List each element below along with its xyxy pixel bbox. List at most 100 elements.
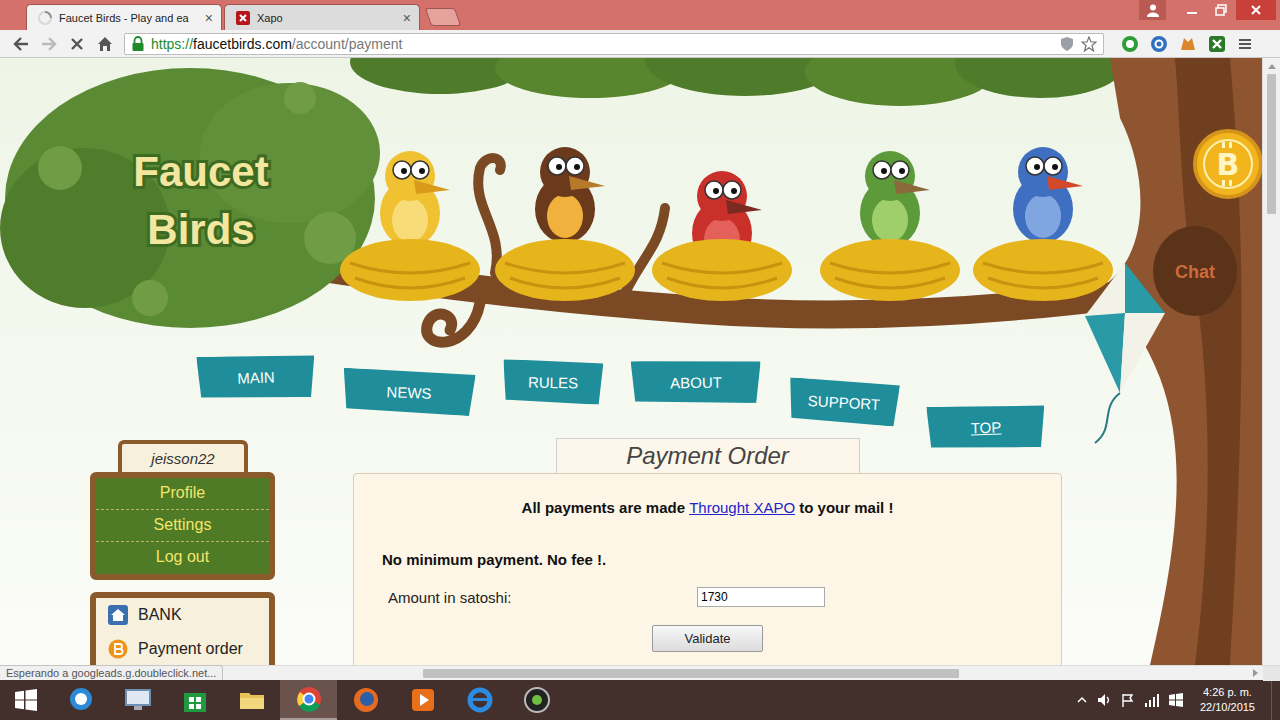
user-menu-item[interactable]: Log out <box>96 542 269 574</box>
nav-sign[interactable]: TOP <box>926 403 1045 451</box>
extension-icon[interactable] <box>1178 34 1198 54</box>
taskbar-app[interactable] <box>280 680 337 720</box>
restore-button[interactable] <box>1207 0 1234 20</box>
nav-sign[interactable]: MAIN <box>196 353 315 401</box>
padlock-icon <box>131 36 145 52</box>
taskbar-app[interactable] <box>337 680 394 720</box>
menu-icon[interactable] <box>1236 35 1254 53</box>
bank-menu-label: BANK <box>138 606 182 624</box>
minimize-button[interactable] <box>1178 0 1205 20</box>
taskbar-app[interactable] <box>508 680 565 720</box>
scroll-up-icon[interactable] <box>1268 64 1276 69</box>
branch <box>290 158 1130 342</box>
close-window-button[interactable] <box>1236 0 1276 20</box>
user-menu-item[interactable]: Profile <box>96 478 269 510</box>
bitcoin-icon <box>108 639 128 659</box>
nav-sign[interactable]: ABOUT <box>631 359 762 405</box>
nav-label: ABOUT <box>670 373 722 391</box>
tab-close-button[interactable]: × <box>205 11 213 25</box>
new-tab-button[interactable] <box>425 8 462 26</box>
validate-button[interactable]: Validate <box>652 625 763 652</box>
canopy-top <box>350 58 1125 106</box>
bitcoin-coin-icon[interactable]: B <box>1195 131 1261 197</box>
coin-letter: B <box>1217 147 1240 182</box>
nest <box>340 239 480 301</box>
firefox-icon <box>352 686 380 714</box>
clock-date: 22/10/2015 <box>1200 700 1255 715</box>
url-text: https://faucetbirds.com/account/payment <box>151 36 1053 52</box>
windows-flag-icon[interactable] <box>1168 692 1184 708</box>
folder-icon <box>238 686 266 714</box>
canopy-left <box>0 68 380 328</box>
shield-icon[interactable] <box>1059 36 1075 52</box>
taskbar-app[interactable] <box>166 680 223 720</box>
taskbar-app[interactable] <box>109 680 166 720</box>
address-bar[interactable]: https://faucetbirds.com/account/payment <box>124 33 1104 55</box>
network-signal-icon[interactable] <box>1144 692 1160 708</box>
browser-toolbar: https://faucetbirds.com/account/payment <box>0 30 1280 58</box>
screen: Faucet Birds - Play and ea × Xapo × http… <box>0 0 1280 720</box>
home-button[interactable] <box>92 32 118 56</box>
media-player-icon <box>409 686 437 714</box>
clock-time: 4:26 p. m. <box>1203 685 1252 700</box>
forward-button <box>36 32 62 56</box>
help-bubble-icon <box>67 686 95 714</box>
scroll-thumb[interactable] <box>1267 74 1276 214</box>
extension-icon[interactable] <box>1120 34 1140 54</box>
nest <box>973 239 1113 301</box>
amount-label: Amount in satoshi: <box>382 589 697 606</box>
nav-sign[interactable]: SUPPORT <box>788 377 900 427</box>
tab-strip: Faucet Birds - Play and ea × Xapo × <box>0 4 1139 30</box>
bank-house-icon <box>108 605 128 625</box>
trunk <box>1100 58 1262 665</box>
nest <box>652 239 792 301</box>
nest <box>495 239 635 301</box>
taskbar-app[interactable] <box>52 680 109 720</box>
scroll-thumb[interactable] <box>423 669 959 678</box>
payment-panel: All payments are made Throught XAPO to y… <box>353 473 1062 665</box>
chat-button[interactable]: Chat <box>1153 226 1237 316</box>
show-hidden-icons-icon[interactable] <box>1076 694 1088 706</box>
nav-label: TOP <box>970 418 1001 436</box>
bank-menu-item[interactable]: Payment order <box>96 632 269 665</box>
nav-sign[interactable]: NEWS <box>342 368 475 417</box>
logo-text[interactable]: Faucet <box>133 148 268 195</box>
taskbar-app[interactable] <box>394 680 451 720</box>
nav-label: RULES <box>528 373 578 391</box>
extension-icon[interactable] <box>1207 34 1227 54</box>
web-page: Faucet Birds Chat B MAIN NEWS RULES ABOUT SUPPO… <box>0 58 1262 665</box>
clock[interactable]: 4:26 p. m. 22/10/2015 <box>1192 685 1263 715</box>
stop-icon <box>68 35 86 53</box>
start-button[interactable] <box>0 680 52 720</box>
chat-label: Chat <box>1175 262 1215 282</box>
browser-tab[interactable]: Xapo × <box>224 4 420 30</box>
show-desktop-button[interactable] <box>1271 680 1280 720</box>
taskbar-app[interactable] <box>223 680 280 720</box>
profile-button[interactable] <box>1139 0 1166 20</box>
user-menu-item[interactable]: Settings <box>96 510 269 542</box>
monitor-icon <box>124 686 152 714</box>
bank-menu-item[interactable]: BANK <box>96 598 269 632</box>
back-arrow-icon <box>12 35 30 53</box>
vertical-scrollbar[interactable] <box>1262 58 1280 665</box>
nav-sign[interactable]: RULES <box>503 359 604 405</box>
scroll-right-icon[interactable] <box>1253 669 1258 677</box>
logo-text[interactable]: Birds <box>147 206 254 253</box>
browser-tab[interactable]: Faucet Birds - Play and ea × <box>26 4 222 30</box>
back-button[interactable] <box>8 32 34 56</box>
payment-terms: No minimum payment. No fee !. <box>382 550 1033 570</box>
payment-title: Payment Order <box>556 438 860 473</box>
amount-input[interactable] <box>697 587 825 607</box>
stop-button[interactable] <box>64 32 90 56</box>
speaker-icon[interactable] <box>1096 692 1112 708</box>
forward-arrow-icon <box>40 35 58 53</box>
extension-icon[interactable] <box>1149 34 1169 54</box>
favicon-icon <box>235 10 251 26</box>
taskbar-app[interactable] <box>451 680 508 720</box>
kite-icon <box>1085 263 1165 443</box>
flag-icon[interactable] <box>1120 692 1136 708</box>
bookmark-star-icon[interactable] <box>1081 36 1097 52</box>
xapo-link[interactable]: Throught XAPO <box>689 499 795 516</box>
nav-label: MAIN <box>237 368 275 386</box>
tab-close-button[interactable]: × <box>403 11 411 25</box>
